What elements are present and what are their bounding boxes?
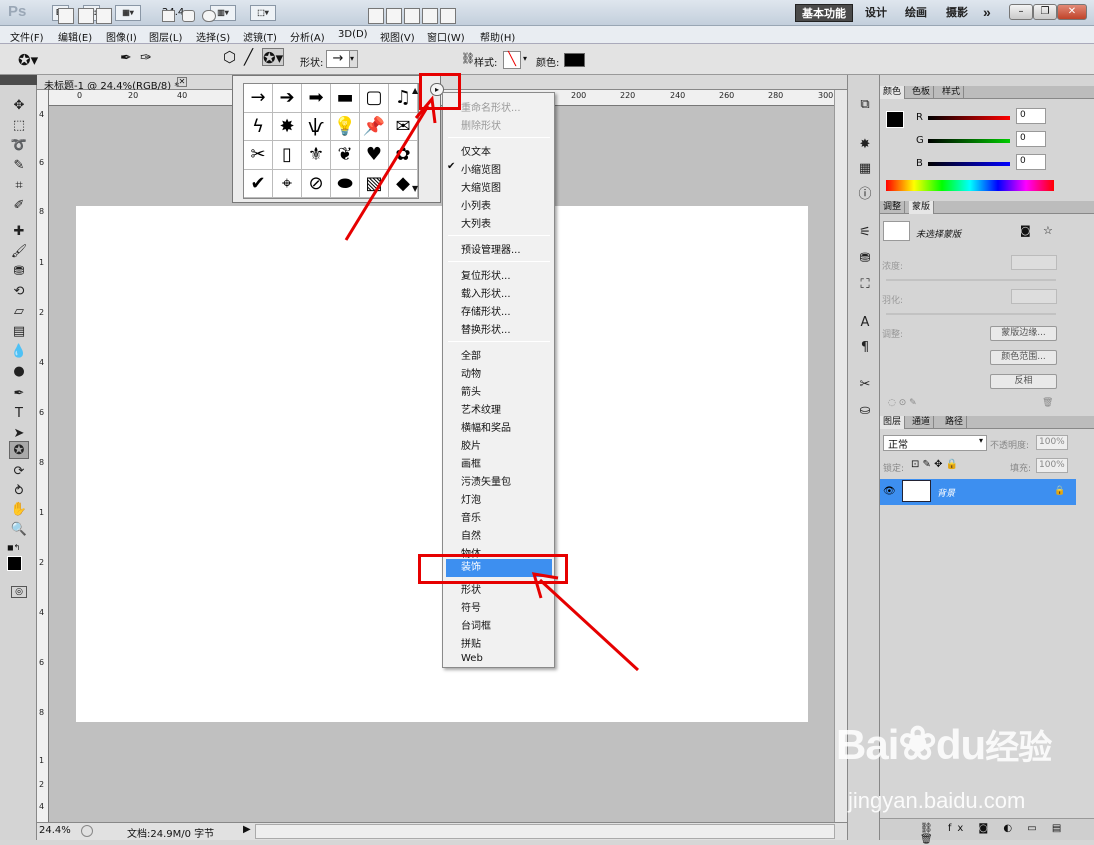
annotation-arrow-line xyxy=(538,578,640,672)
brush-preset-icon[interactable]: ⚟ xyxy=(856,225,874,241)
paragraph-panel-icon[interactable]: ¶ xyxy=(856,340,874,356)
histogram-panel-icon[interactable]: ▦ xyxy=(856,161,874,177)
mask-name: 未选择蒙版 xyxy=(916,230,962,240)
channel-b-label: B xyxy=(916,158,923,169)
lock-icons[interactable]: ⊡ ✎ ✥ 🔒 xyxy=(911,459,958,470)
fill-label: 填充: xyxy=(1010,464,1032,474)
tab-color[interactable]: 颜色 xyxy=(880,86,906,99)
tool-presets-icon[interactable]: ⛶ xyxy=(856,277,874,293)
layer-thumbnail xyxy=(902,480,931,502)
fill-input[interactable]: 100% xyxy=(1036,458,1068,473)
blue-value[interactable]: 0 xyxy=(1016,154,1046,170)
tab-layers[interactable]: 图层 xyxy=(880,416,906,429)
density-slider[interactable] xyxy=(886,279,1056,281)
clone-source-icon[interactable]: ⛃ xyxy=(856,251,874,267)
character-panel-icon[interactable]: A xyxy=(856,315,874,331)
color-spectrum[interactable] xyxy=(886,180,1054,191)
color-panel-header: 颜色 色板 样式 xyxy=(880,86,1094,99)
tab-swatches[interactable]: 色板 xyxy=(909,86,935,99)
watermark-brand: Bai xyxy=(836,721,899,768)
blend-mode-select[interactable]: 正常 ▾ xyxy=(883,435,987,451)
pixel-mask-icon[interactable]: ◙ xyxy=(1020,224,1031,237)
watermark-logo: Bai❀du经验 xyxy=(836,716,1052,770)
channel-r-label: R xyxy=(916,112,923,123)
tab-adjustments[interactable]: 调整 xyxy=(880,201,906,214)
blue-slider[interactable] xyxy=(928,162,1010,166)
info-panel-icon[interactable]: ⓘ xyxy=(856,187,874,203)
masks-panel-header: 调整 蒙版 xyxy=(880,201,1094,214)
green-value[interactable]: 0 xyxy=(1016,131,1046,147)
density-input[interactable] xyxy=(1011,255,1057,270)
mask-footer-icons[interactable]: ◌ ⊙ ✎ xyxy=(888,398,917,408)
annotation-arrow-line xyxy=(344,105,430,241)
tab-channels[interactable]: 通道 xyxy=(909,416,935,429)
tab-masks[interactable]: 蒙版 xyxy=(909,201,935,214)
density-label: 浓度: xyxy=(882,262,904,272)
adjust-label: 调整: xyxy=(882,330,904,340)
watermark-brand-du: du xyxy=(935,721,986,768)
feather-label: 羽化: xyxy=(882,296,904,306)
color-range-button[interactable]: 颜色范围... xyxy=(990,350,1057,365)
tab-paths[interactable]: 路径 xyxy=(942,416,968,429)
watermark-url: jingyan.baidu.com xyxy=(848,788,1026,813)
blend-mode-value: 正常 xyxy=(888,440,908,451)
opacity-input[interactable]: 100% xyxy=(1036,435,1068,450)
channel-g-label: G xyxy=(916,135,924,146)
mask-thumbnail xyxy=(883,221,910,241)
feather-input[interactable] xyxy=(1011,289,1057,304)
layer-visibility-icon[interactable]: 👁 xyxy=(883,486,896,497)
color-foreground[interactable] xyxy=(886,111,904,128)
mask-edge-button[interactable]: 蒙版边缘... xyxy=(990,326,1057,341)
watermark-paw-icon: ❀ xyxy=(898,717,937,769)
delete-mask-icon[interactable]: 🗑 xyxy=(1042,398,1053,408)
3d-panel-icon[interactable]: ⛀ xyxy=(856,403,874,419)
layer-row-background[interactable]: 👁 背景 🔒 xyxy=(880,479,1076,505)
layer-name[interactable]: 背景 xyxy=(937,486,955,499)
navigator-panel-icon[interactable]: ✸ xyxy=(856,137,874,153)
vector-mask-icon[interactable]: ☆ xyxy=(1043,224,1053,237)
invert-button[interactable]: 反相 xyxy=(990,374,1057,389)
red-slider[interactable] xyxy=(928,116,1010,120)
layer-lock-icon: 🔒 xyxy=(1054,486,1066,496)
feather-slider[interactable] xyxy=(886,313,1056,315)
green-slider[interactable] xyxy=(928,139,1010,143)
history-panel-icon[interactable]: ⧉ xyxy=(856,97,874,113)
tab-styles[interactable]: 样式 xyxy=(939,86,965,99)
layers-footer-icons[interactable]: ⛓ fx ◙ ◐ ▭ ▤ 🗑 xyxy=(880,818,1094,845)
actions-panel-icon[interactable]: ✂ xyxy=(856,377,874,393)
watermark-cn: 经验 xyxy=(985,729,1052,767)
lock-label: 锁定: xyxy=(883,464,905,474)
red-value[interactable]: 0 xyxy=(1016,108,1046,124)
opacity-label: 不透明度: xyxy=(990,441,1030,451)
layers-panel-header: 图层 通道 路径 xyxy=(880,416,1094,429)
